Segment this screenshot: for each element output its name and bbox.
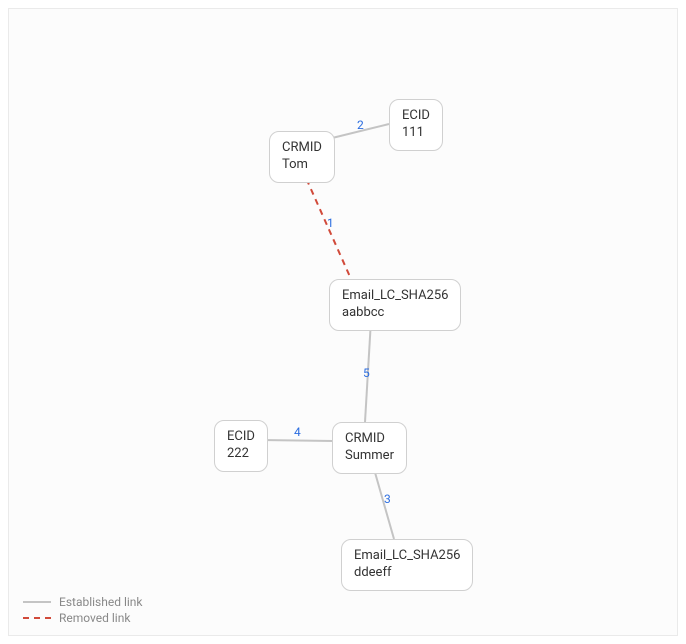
node-value: Summer xyxy=(345,448,394,465)
edge-label: 4 xyxy=(294,425,301,439)
edge-label: 2 xyxy=(357,118,364,132)
node-type: CRMID xyxy=(282,140,322,157)
legend-row-established: Established link xyxy=(23,595,143,609)
legend-swatch-solid xyxy=(23,601,51,603)
node-crmid-tom[interactable]: CRMID Tom xyxy=(269,131,335,183)
node-value: 222 xyxy=(227,446,255,463)
edge-label: 1 xyxy=(327,216,334,230)
graph-canvas: 2 1 5 4 3 CRMID Tom ECID 111 Email_LC_SH… xyxy=(8,8,678,636)
edge-label: 5 xyxy=(363,366,370,380)
node-email-aabbcc[interactable]: Email_LC_SHA256 aabbcc xyxy=(329,279,461,331)
node-value: aabbcc xyxy=(342,305,448,322)
node-type: ECID xyxy=(227,429,255,446)
edge-established xyxy=(261,440,333,441)
legend-label: Removed link xyxy=(59,611,130,625)
edge-label: 3 xyxy=(384,492,391,506)
node-value: 111 xyxy=(402,125,430,142)
node-type: ECID xyxy=(402,108,430,125)
node-ecid-222[interactable]: ECID 222 xyxy=(214,420,268,472)
node-email-ddeeff[interactable]: Email_LC_SHA256 ddeeff xyxy=(341,539,473,591)
node-value: Tom xyxy=(282,157,322,174)
legend: Established link Removed link xyxy=(23,593,143,625)
node-crmid-summer[interactable]: CRMID Summer xyxy=(332,422,407,474)
node-type: Email_LC_SHA256 xyxy=(354,548,460,565)
node-type: Email_LC_SHA256 xyxy=(342,288,448,305)
legend-label: Established link xyxy=(59,595,143,609)
edge-established xyxy=(365,320,371,422)
node-ecid-111[interactable]: ECID 111 xyxy=(389,99,443,151)
legend-swatch-dashed xyxy=(23,617,51,619)
legend-row-removed: Removed link xyxy=(23,611,143,625)
edge-removed xyxy=(302,169,351,279)
node-value: ddeeff xyxy=(354,565,460,582)
node-type: CRMID xyxy=(345,431,394,448)
